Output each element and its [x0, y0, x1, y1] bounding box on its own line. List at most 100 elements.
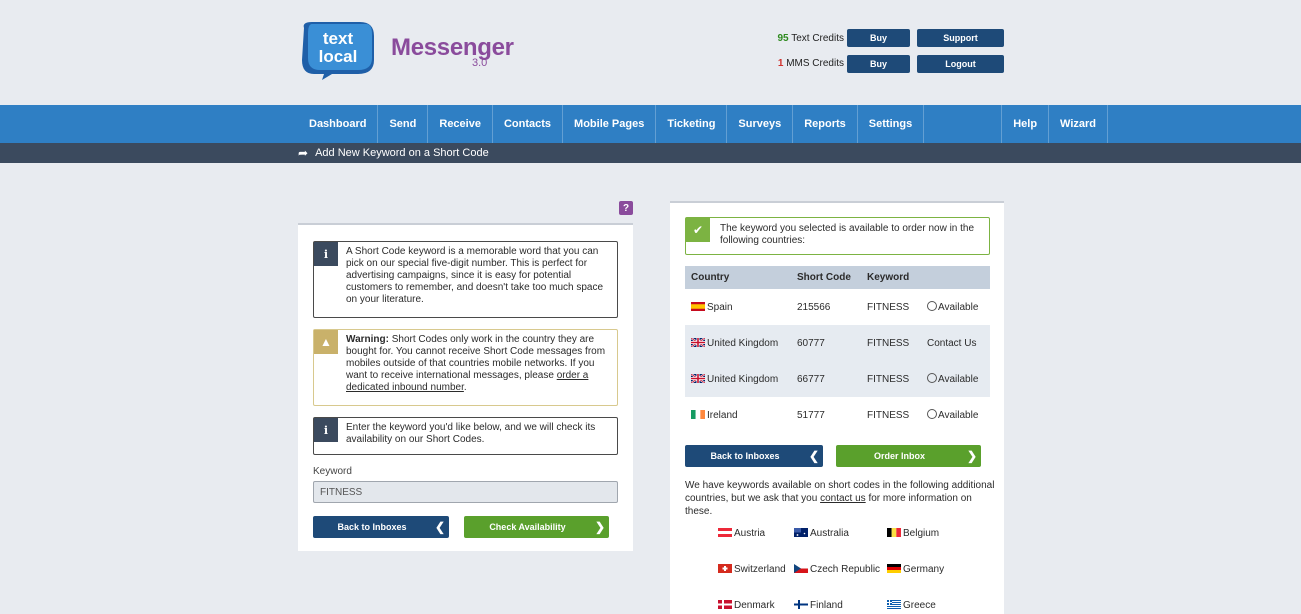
mms-credits: 1 MMS Credits	[778, 58, 844, 69]
logout-button[interactable]: Logout	[917, 55, 1004, 73]
share-arrow-icon: ➦	[298, 146, 309, 160]
support-button[interactable]: Support	[917, 29, 1004, 47]
nav-mobile-pages[interactable]: Mobile Pages	[563, 105, 657, 143]
country-name: Germany	[903, 564, 945, 575]
country-australia[interactable]: Australia	[794, 528, 849, 539]
radio-button[interactable]	[927, 373, 937, 383]
warning-text: Warning: Short Codes only work in the co…	[346, 330, 617, 398]
nav-settings[interactable]: Settings	[858, 105, 925, 143]
mms-credits-label: MMS Credits	[786, 58, 844, 69]
australia-flag-icon	[794, 528, 808, 537]
nav-reports[interactable]: Reports	[793, 105, 858, 143]
brand-version: 3.0	[472, 57, 488, 69]
status-text: Available	[938, 374, 979, 385]
page-title: Add New Keyword on a Short Code	[315, 147, 489, 159]
country-denmark[interactable]: Denmark	[718, 600, 775, 611]
country-name: United Kingdom	[707, 373, 779, 385]
back-to-inboxes-button[interactable]: Back to Inboxes ❮	[313, 516, 449, 538]
status-cell[interactable]: Available	[921, 361, 990, 397]
warning-icon: ▲	[314, 330, 338, 354]
nav-send[interactable]: Send	[378, 105, 429, 143]
nav-receive[interactable]: Receive	[428, 105, 493, 143]
country-name: Czech Republic	[810, 564, 881, 575]
country-name: Belgium	[903, 528, 940, 539]
logo-line2: local	[319, 47, 358, 66]
country-cell: Ireland	[685, 397, 791, 433]
belgium-flag-icon	[887, 528, 901, 537]
country-czech-republic[interactable]: Czech Republic	[794, 564, 880, 575]
column-header-status	[921, 266, 990, 289]
buy-text-credits-button[interactable]: Buy	[847, 29, 910, 47]
chevron-right-icon: ❯	[966, 449, 978, 463]
info-text: A Short Code keyword is a memorable word…	[346, 246, 604, 305]
country-switzerland[interactable]: Switzerland	[718, 564, 786, 575]
success-box: ✔ The keyword you selected is available …	[685, 217, 990, 255]
logo-line1: text	[323, 29, 354, 48]
text-credits: 95 Text Credits	[777, 33, 844, 44]
brand-name: Messenger	[391, 34, 514, 61]
czech-flag-icon	[794, 564, 808, 573]
info-text: Enter the keyword you'd like below, and …	[346, 422, 596, 445]
nav-ticketing[interactable]: Ticketing	[656, 105, 728, 143]
warning-end: .	[463, 382, 467, 393]
country-germany[interactable]: Germany	[887, 564, 944, 575]
nav-dashboard[interactable]: Dashboard	[298, 105, 379, 143]
uk-flag-icon	[691, 373, 705, 383]
country-name: United Kingdom	[707, 337, 779, 349]
availability-table: Country Short Code Keyword Spain 215566 …	[685, 266, 990, 433]
keyword-cell: FITNESS	[867, 409, 910, 421]
country-name: Ireland	[707, 409, 738, 421]
contact-us-link[interactable]: contact us	[820, 493, 866, 504]
status-text: Available	[938, 410, 979, 421]
country-belgium[interactable]: Belgium	[887, 528, 939, 539]
greece-flag-icon	[887, 600, 901, 609]
status-cell[interactable]: Available	[921, 397, 990, 433]
help-icon[interactable]: ?	[619, 201, 633, 215]
keyword-cell: FITNESS	[861, 361, 921, 397]
country-finland[interactable]: Finland	[794, 600, 843, 611]
germany-flag-icon	[887, 564, 901, 573]
nav-help[interactable]: Help	[1002, 105, 1050, 143]
ireland-flag-icon	[691, 409, 705, 419]
status-text: Available	[938, 302, 979, 313]
text-credits-label: Text Credits	[791, 33, 844, 44]
uk-flag-icon	[691, 337, 705, 347]
finland-flag-icon	[794, 600, 808, 609]
country-name: Switzerland	[734, 564, 786, 575]
switzerland-flag-icon	[718, 564, 732, 573]
short-code-cell: 60777	[791, 325, 861, 361]
radio-button[interactable]	[927, 301, 937, 311]
spain-flag-icon	[691, 301, 705, 311]
contact-us-link[interactable]: Contact Us	[921, 325, 990, 361]
keyword-input[interactable]	[313, 481, 618, 503]
success-text: The keyword you selected is available to…	[720, 223, 975, 246]
check-availability-button[interactable]: Check Availability ❯	[464, 516, 609, 538]
country-name: Austria	[734, 528, 766, 539]
nav-wizard[interactable]: Wizard	[1049, 105, 1109, 143]
radio-button[interactable]	[927, 409, 937, 419]
info-box-shortcode: i A Short Code keyword is a memorable wo…	[313, 241, 618, 318]
country-cell: Spain	[685, 289, 791, 325]
country-cell: United Kingdom	[685, 325, 791, 361]
country-austria[interactable]: Austria	[718, 528, 765, 539]
column-header-country: Country	[685, 266, 791, 289]
country-name: Finland	[810, 600, 843, 611]
buy-mms-credits-button[interactable]: Buy	[847, 55, 910, 73]
availability-panel: ✔ The keyword you selected is available …	[670, 201, 1004, 614]
order-inbox-label: Order Inbox	[873, 451, 925, 461]
status-cell[interactable]: Available	[921, 289, 990, 325]
info-box-enter-keyword: i Enter the keyword you'd like below, an…	[313, 417, 618, 455]
table-header-row: Country Short Code Keyword	[685, 266, 990, 289]
country-name: Denmark	[734, 600, 775, 611]
country-greece[interactable]: Greece	[887, 600, 936, 611]
back-to-inboxes-button[interactable]: Back to Inboxes ❮	[685, 445, 823, 467]
chevron-left-icon: ❮	[434, 520, 446, 534]
textlocal-logo[interactable]: text local	[298, 20, 378, 80]
short-code-cell: 51777	[797, 409, 825, 421]
order-inbox-button[interactable]: Order Inbox ❯	[836, 445, 981, 467]
nav-surveys[interactable]: Surveys	[727, 105, 794, 143]
breadcrumb-bar: ➦ Add New Keyword on a Short Code	[0, 143, 1301, 163]
nav-contacts[interactable]: Contacts	[493, 105, 564, 143]
denmark-flag-icon	[718, 600, 732, 609]
info-icon: i	[314, 242, 338, 266]
